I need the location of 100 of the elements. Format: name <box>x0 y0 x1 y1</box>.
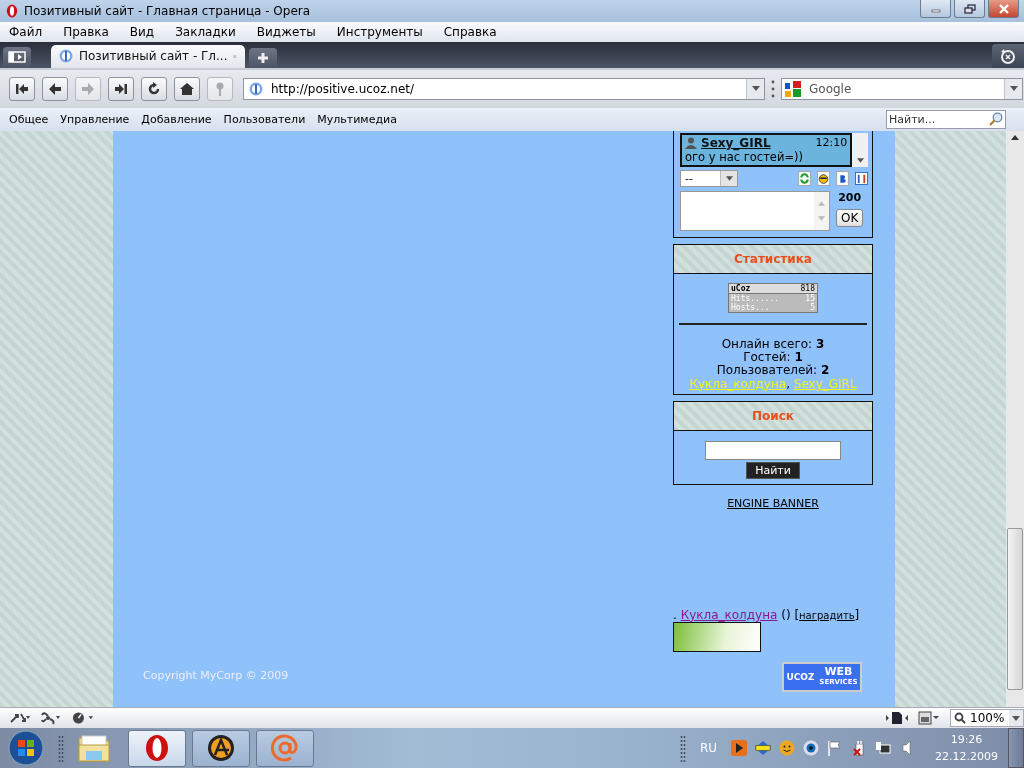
eye-icon[interactable] <box>803 740 819 756</box>
closed-tabs-button[interactable] <box>992 43 1024 68</box>
grip-icon[interactable] <box>771 78 775 99</box>
aimp-taskbar-button[interactable] <box>192 729 250 767</box>
panel-icon <box>8 51 26 64</box>
reload-button[interactable] <box>141 76 167 101</box>
dropdown-arrow-icon <box>1012 715 1020 721</box>
media-player-icon[interactable] <box>731 740 747 756</box>
block-header: Статистика <box>674 244 872 274</box>
separator-text: , <box>786 376 791 391</box>
bold-icon[interactable] <box>836 170 849 186</box>
menu-item[interactable]: Файл <box>9 24 43 39</box>
search-input[interactable] <box>705 440 841 460</box>
plus-icon <box>257 51 269 64</box>
personal-bar-item[interactable]: Добавление <box>141 112 212 126</box>
chat-message-text: ого у нас гостей=)) <box>685 149 805 164</box>
chat-author-link[interactable]: Sexy_GIRL <box>701 135 771 150</box>
site-icon <box>59 49 73 64</box>
stat-line: Гостей: 1 <box>743 350 803 364</box>
chat-scrollbar[interactable] <box>852 132 868 167</box>
reload-icon <box>146 80 162 97</box>
vertical-scrollbar[interactable] <box>1006 130 1024 708</box>
panel-toggle-button[interactable] <box>3 46 31 68</box>
close-button[interactable] <box>988 0 1019 18</box>
down-arrow-icon <box>856 157 864 163</box>
personal-bar-item[interactable]: Мультимедиа <box>317 112 397 126</box>
copyright-text: Copyright MyCorp © 2009 <box>143 669 289 683</box>
dropdown-arrow-icon[interactable] <box>1009 86 1018 92</box>
up-arrow-icon <box>1011 134 1019 140</box>
search-icon <box>954 712 966 724</box>
home-button[interactable] <box>174 76 200 101</box>
zoom-control[interactable]: 100% <box>950 709 1024 727</box>
search-engine-field[interactable]: Google <box>781 77 1023 100</box>
menu-item[interactable]: Виджеты <box>256 24 316 39</box>
grip-icon[interactable] <box>58 734 64 762</box>
chat-time: 12:10 <box>815 136 848 150</box>
award-count: () <box>780 607 792 622</box>
ok-button[interactable]: OK <box>836 208 864 227</box>
home-icon <box>179 80 195 97</box>
folder-icon[interactable] <box>78 734 110 762</box>
stat-line: Пользователей: 2 <box>716 363 830 377</box>
award-link[interactable]: наградить <box>799 609 855 621</box>
address-field[interactable]: http://positive.ucoz.net/ <box>243 77 765 100</box>
mail-taskbar-button[interactable] <box>256 729 314 767</box>
document-icon[interactable] <box>886 711 908 725</box>
menu-item[interactable]: Инструменты <box>336 24 423 39</box>
engine-banner-link[interactable]: ENGINE BANNER <box>727 496 819 510</box>
back-button[interactable] <box>42 76 68 101</box>
smiley-icon[interactable] <box>817 170 830 186</box>
opera-taskbar-button[interactable] <box>128 729 186 767</box>
minimize-button[interactable] <box>920 0 951 18</box>
visit-counter: uCoz 818 Hits...... 15 Hosts... 5 <box>728 282 818 313</box>
browser-tab[interactable]: Позитивный сайт - Гл... <box>51 44 245 68</box>
start-button[interactable] <box>8 730 44 766</box>
search-icon <box>989 111 1003 126</box>
flag-icon[interactable] <box>827 740 843 756</box>
menu-item[interactable]: Правка <box>63 24 109 39</box>
opera-logo-icon <box>6 4 18 18</box>
stat-line: Онлайн всего: 3 <box>721 337 825 351</box>
user-icon <box>685 136 697 149</box>
network-arrows-icon[interactable] <box>8 711 30 725</box>
fan-icon[interactable] <box>40 711 62 725</box>
bracket-text: ] <box>854 607 860 622</box>
chat-select[interactable]: -- <box>680 169 738 187</box>
menu-item[interactable]: Вид <box>129 24 155 39</box>
find-field[interactable]: Найти... <box>886 109 1006 129</box>
dropdown-arrow-icon <box>725 175 733 181</box>
dropdown-arrow-icon[interactable] <box>751 86 760 92</box>
new-tab-button[interactable] <box>249 47 277 68</box>
opera-logo-icon <box>145 734 169 762</box>
window-title: Позитивный сайт - Главная страница - Opera <box>24 4 311 18</box>
bracket-text: [ <box>794 607 800 622</box>
power-plug-icon[interactable] <box>851 740 867 756</box>
gauge-icon[interactable] <box>72 711 94 725</box>
scroll-arrows-icon <box>818 199 825 222</box>
network-icon[interactable] <box>875 740 891 756</box>
menu-item[interactable]: Справка <box>443 24 497 39</box>
rewind-button[interactable] <box>9 76 35 101</box>
site-icon <box>249 81 263 96</box>
image-icon[interactable] <box>918 711 940 725</box>
personal-bar-item[interactable]: Пользователи <box>223 112 306 126</box>
restore-button[interactable] <box>954 0 985 18</box>
forward-icon <box>80 80 96 97</box>
tools-icon[interactable] <box>855 170 868 186</box>
menu-item[interactable]: Закладки <box>175 24 236 39</box>
bullet-text: . <box>673 607 678 622</box>
fastforward-button[interactable] <box>108 76 134 101</box>
chat-message-input[interactable] <box>680 190 830 231</box>
close-icon <box>997 3 1010 14</box>
grip-icon[interactable] <box>679 734 686 762</box>
letter-a-logo-icon <box>207 734 235 762</box>
refresh-icon[interactable] <box>798 170 811 186</box>
user-link[interactable]: Кукла_колдуна <box>680 607 778 622</box>
google-logo-icon <box>785 80 801 97</box>
search-button[interactable]: Найти <box>746 461 800 479</box>
block-header: Поиск <box>674 401 872 431</box>
personal-bar-item[interactable]: Управление <box>60 112 130 126</box>
personal-bar-item[interactable]: Общее <box>9 112 49 126</box>
at-sign-icon <box>271 734 299 762</box>
char-counter: 200 <box>838 190 862 204</box>
